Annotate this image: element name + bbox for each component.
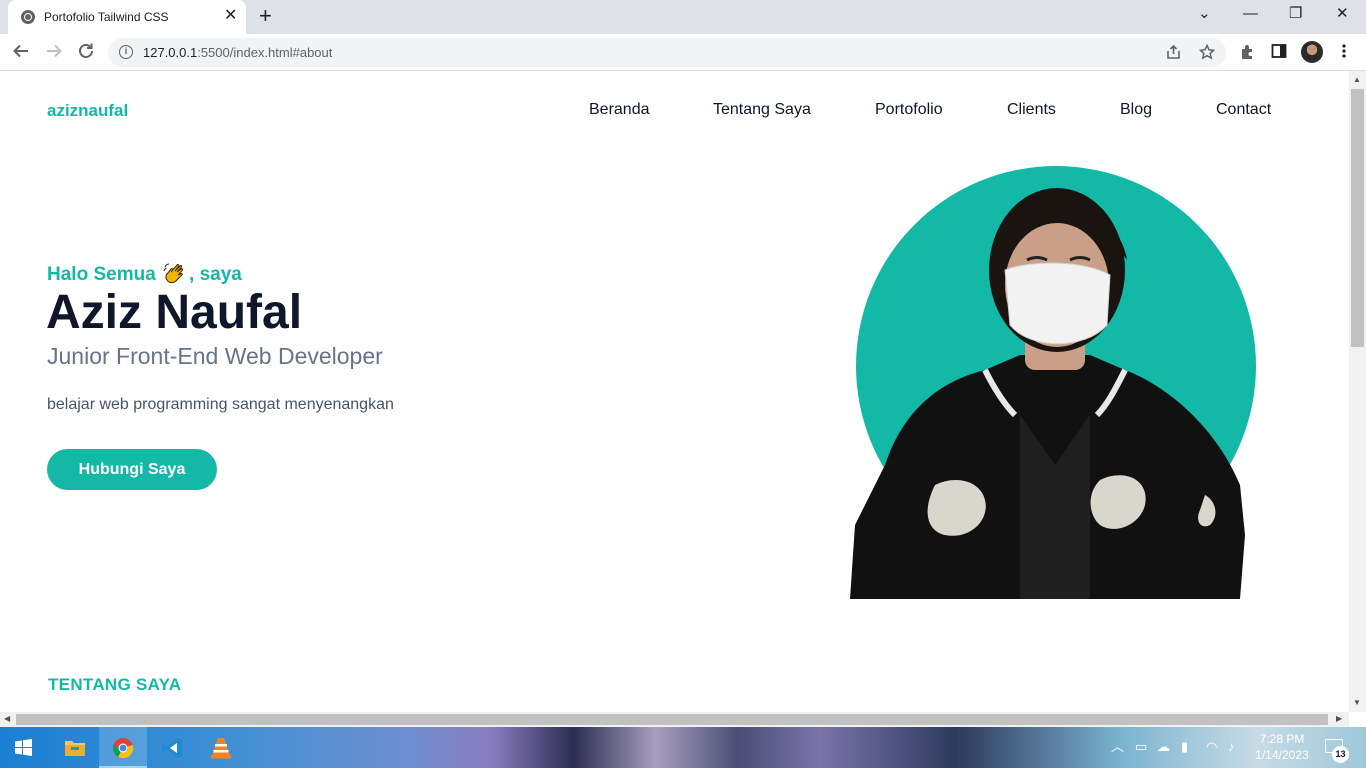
browser-toolbar: i 127.0.0.1:5500/index.html#about xyxy=(0,34,1366,71)
horizontal-scroll-thumb[interactable] xyxy=(16,714,1328,725)
hero-description: belajar web programming sangat menyenang… xyxy=(47,396,394,413)
show-hidden-icons-chevron-icon[interactable]: ︿ xyxy=(1111,739,1124,755)
globe-icon xyxy=(21,10,35,24)
bookmark-star-icon[interactable] xyxy=(1198,43,1216,65)
kebab-menu-icon[interactable] xyxy=(1341,43,1347,64)
onedrive-cloud-icon[interactable]: ☁ xyxy=(1157,739,1170,755)
chrome-taskbar-button[interactable] xyxy=(99,727,147,768)
clock-time: 7:28 PM xyxy=(1259,732,1305,746)
browser-tab-strip: Portofolio Tailwind CSS ✕ + ⌄ — ❐ ✕ xyxy=(0,0,1366,34)
web-page: aziznaufal Beranda Tentang Saya Portofol… xyxy=(0,71,1349,712)
browser-tab[interactable]: Portofolio Tailwind CSS ✕ xyxy=(8,0,246,34)
close-window-button[interactable]: ✕ xyxy=(1336,6,1349,22)
maximize-button[interactable]: ❐ xyxy=(1289,6,1302,22)
taskbar-clock[interactable]: 7:28 PM 1/14/2023 xyxy=(1246,731,1318,763)
file-explorer-icon xyxy=(65,741,85,756)
windows-start-button[interactable] xyxy=(0,727,48,768)
reload-icon[interactable] xyxy=(77,42,95,63)
vlc-icon xyxy=(211,738,231,759)
vscode-taskbar-button[interactable] xyxy=(148,727,196,768)
windows-start-icon xyxy=(15,739,32,756)
scroll-right-arrow-icon[interactable]: ▶ xyxy=(1336,714,1342,723)
waving-hand-icon xyxy=(163,263,184,284)
site-logo[interactable]: aziznaufal xyxy=(47,101,128,121)
meet-now-icon[interactable]: ▭ xyxy=(1135,739,1147,755)
tab-search-icon[interactable]: ⌄ xyxy=(1198,6,1211,22)
nav-blog[interactable]: Blog xyxy=(1120,101,1152,119)
hero-role: Junior Front-End Web Developer xyxy=(47,343,383,369)
nav-beranda[interactable]: Beranda xyxy=(589,101,650,119)
volume-speaker-icon[interactable]: ♪ xyxy=(1228,739,1235,755)
battery-icon[interactable]: ▮ xyxy=(1181,739,1188,755)
scroll-left-arrow-icon[interactable]: ◀ xyxy=(4,714,10,723)
file-explorer-taskbar-button[interactable] xyxy=(51,727,99,768)
contact-me-button[interactable]: Hubungi Saya xyxy=(47,449,217,490)
hero-greeting: Halo Semua , saya xyxy=(47,263,242,285)
horizontal-scrollbar[interactable]: ◀ ▶ xyxy=(0,712,1349,727)
extensions-puzzle-icon[interactable] xyxy=(1239,43,1256,65)
address-bar[interactable]: i 127.0.0.1:5500/index.html#about xyxy=(108,38,1226,67)
nav-clients[interactable]: Clients xyxy=(1007,101,1056,119)
minimize-button[interactable]: — xyxy=(1243,6,1258,22)
new-tab-button[interactable]: + xyxy=(259,5,272,27)
nav-portofolio[interactable]: Portofolio xyxy=(875,101,943,119)
scroll-up-arrow-icon[interactable]: ▲ xyxy=(1353,75,1361,84)
scroll-down-arrow-icon[interactable]: ▼ xyxy=(1353,698,1361,707)
side-panel-icon[interactable] xyxy=(1271,43,1287,64)
hero-profile-image xyxy=(850,166,1256,599)
wifi-icon[interactable]: ◠ xyxy=(1206,739,1217,755)
hero-name: Aziz Naufal xyxy=(46,286,303,339)
nav-tentang-saya[interactable]: Tentang Saya xyxy=(713,101,811,119)
vlc-taskbar-button[interactable] xyxy=(197,727,245,768)
clock-date: 1/14/2023 xyxy=(1255,748,1309,762)
address-url[interactable]: 127.0.0.1:5500/index.html#about xyxy=(143,45,332,60)
site-info-icon[interactable]: i xyxy=(119,45,133,59)
share-icon[interactable] xyxy=(1166,44,1182,65)
about-section-title: TENTANG SAYA xyxy=(48,675,182,694)
profile-avatar[interactable] xyxy=(1301,41,1323,63)
vertical-scroll-thumb[interactable] xyxy=(1351,89,1364,347)
tab-title: Portofolio Tailwind CSS xyxy=(44,10,169,24)
nav-contact[interactable]: Contact xyxy=(1216,101,1271,119)
vscode-icon xyxy=(162,738,182,758)
chrome-icon xyxy=(112,738,134,759)
back-arrow-icon[interactable] xyxy=(12,42,30,63)
notification-count-badge: 13 xyxy=(1332,746,1349,763)
windows-taskbar: ︿ ▭ ☁ ▮ ◠ ♪ 7:28 PM 1/14/2023 13 xyxy=(0,727,1366,768)
close-tab-icon[interactable]: ✕ xyxy=(224,8,237,24)
forward-arrow-icon[interactable] xyxy=(45,42,63,63)
vertical-scrollbar[interactable]: ▲ ▼ xyxy=(1349,71,1366,712)
